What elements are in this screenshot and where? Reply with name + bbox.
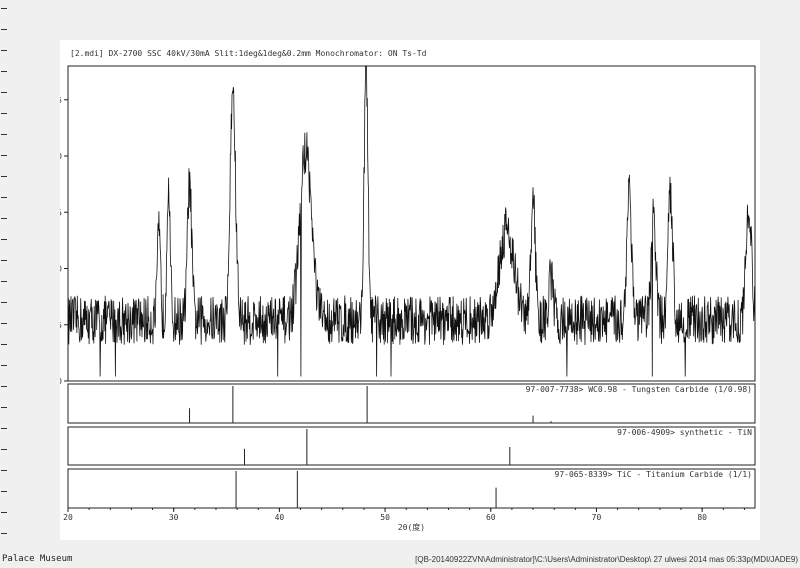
footer-left: Palace Museum [2,554,73,564]
ruler-tick [1,155,7,156]
ruler-tick [1,281,7,282]
y-tick-label: 10.0 [60,152,62,161]
x-tick-label: 70 [592,513,602,522]
ruler-tick [1,491,7,492]
plot-panel: [2.mdi] DX-2700 SSC 40kV/30mA Slit:1deg&… [60,40,760,540]
chart-title: [2.mdi] DX-2700 SSC 40kV/30mA Slit:1deg&… [70,49,427,58]
x-tick-label: 30 [169,513,179,522]
xrd-chart: [2.mdi] DX-2700 SSC 40kV/30mA Slit:1deg&… [60,49,756,532]
ruler-tick [1,260,7,261]
x-tick-label: 60 [486,513,496,522]
x-tick-label: 80 [697,513,707,522]
reference-pattern-label: 97-006-4909> synthetic - TiN [617,428,752,437]
ruler-tick [1,8,7,9]
y-tick-label: 7.5 [60,208,62,217]
ruler-tick [1,533,7,534]
ruler-tick [1,92,7,93]
x-tick-label: 50 [380,513,390,522]
reference-pattern-label: 97-065-8339> TiC - Titanium Carbide (1/1… [555,470,752,479]
ruler-tick [1,407,7,408]
ruler-tick [1,197,7,198]
x-tick-label: 20 [63,513,73,522]
ruler-tick [1,218,7,219]
y-tick-label: 5.0 [60,265,62,274]
ruler-tick [1,470,7,471]
reference-pattern-label: 97-007-7738> WC0.98 - Tungsten Carbide (… [526,385,752,394]
ruler-tick [1,134,7,135]
ruler-tick [1,302,7,303]
y-tick-label: 0 [60,377,62,386]
ruler-tick [1,449,7,450]
footer-right: [QB-20140922ZVN\Administrator]\C:\Users\… [415,555,798,564]
ruler-tick [1,323,7,324]
diffraction-pattern-line [67,65,755,377]
ruler-tick [1,428,7,429]
ruler-tick [1,239,7,240]
y-tick-label: 2.5 [60,321,62,330]
y-tick-label: 12.5 [60,96,62,105]
ruler-tick [1,344,7,345]
ruler-tick [1,386,7,387]
ruler-tick [1,512,7,513]
ruler-tick [1,113,7,114]
ruler-tick [1,365,7,366]
left-ruler [0,0,10,550]
ruler-tick [1,50,7,51]
ruler-tick [1,176,7,177]
ruler-tick [1,71,7,72]
x-axis-label: 2θ(度) [398,522,425,532]
ruler-tick [1,29,7,30]
x-tick-label: 40 [275,513,285,522]
